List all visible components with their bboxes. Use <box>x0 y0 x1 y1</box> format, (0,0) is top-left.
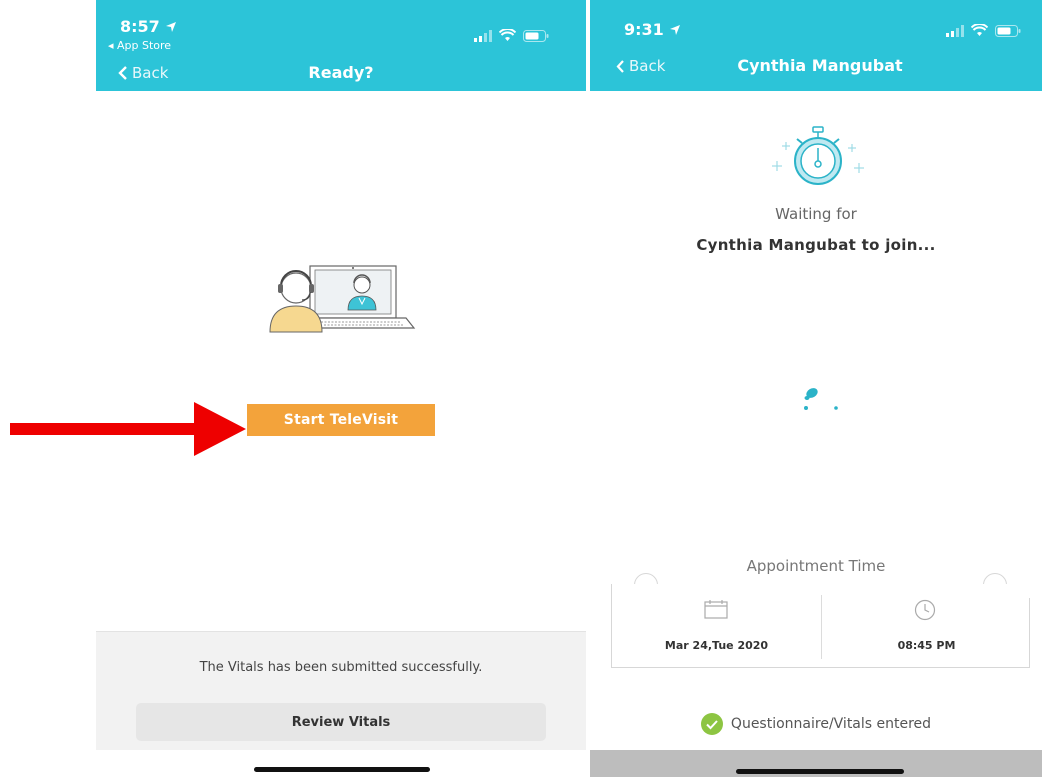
patient-doctor-televisit-illustration <box>269 265 416 333</box>
status-icons <box>474 29 549 42</box>
waiting-for-name: Cynthia Mangubat to join... <box>696 236 936 254</box>
chevron-left-icon <box>118 66 127 80</box>
questionnaire-status-row: Questionnaire/Vitals entered <box>590 713 1042 735</box>
status-icons <box>946 24 1021 37</box>
location-arrow-icon <box>670 25 681 35</box>
red-arrow-annotation <box>10 402 246 456</box>
battery-icon <box>995 24 1021 37</box>
vitals-success-message: The Vitals has been submitted successful… <box>199 660 483 675</box>
cellular-signal-icon <box>946 24 964 37</box>
back-button[interactable]: Back <box>118 64 168 82</box>
vitals-footer-panel: The Vitals has been submitted successful… <box>96 631 586 750</box>
appointment-time: 08:45 PM <box>897 639 956 652</box>
right-phone-screen: 9:31 Back Cynthia Mangubat Waiting for C… <box>590 0 1042 777</box>
start-televisit-button[interactable]: Start TeleVisit <box>247 404 435 436</box>
check-circle-icon <box>700 713 723 735</box>
home-indicator <box>254 767 430 772</box>
loading-spinner-icon <box>804 388 838 410</box>
appointment-time-label: Appointment Time <box>746 557 886 575</box>
location-arrow-icon <box>166 22 177 32</box>
wifi-icon <box>971 24 988 36</box>
home-indicator <box>736 769 904 774</box>
stopwatch-icon <box>772 126 864 185</box>
clock-icon <box>914 599 936 621</box>
review-vitals-button[interactable]: Review Vitals <box>136 703 546 741</box>
chevron-left-icon <box>616 59 624 73</box>
left-top-bar: 8:57 ◂ App Store Back Ready? <box>96 0 586 91</box>
appointment-date: Mar 24,Tue 2020 <box>664 639 769 652</box>
battery-icon <box>523 29 549 42</box>
status-time: 8:57 <box>120 17 177 36</box>
wifi-icon <box>499 29 516 41</box>
calendar-icon <box>704 600 728 619</box>
left-phone-screen: 8:57 ◂ App Store Back Ready? Start TeleV… <box>96 0 586 777</box>
questionnaire-status-text: Questionnaire/Vitals entered <box>730 716 932 732</box>
appointment-card: Mar 24,Tue 2020 08:45 PM <box>611 573 1031 668</box>
waiting-for-label: Waiting for <box>775 205 857 223</box>
back-to-app-store[interactable]: ◂ App Store <box>108 39 171 52</box>
back-button[interactable]: Back <box>616 57 665 75</box>
status-time: 9:31 <box>624 20 681 39</box>
page-title: Cynthia Mangubat <box>737 56 903 75</box>
right-top-bar: 9:31 Back Cynthia Mangubat <box>590 0 1042 91</box>
page-title: Ready? <box>308 63 374 82</box>
cellular-signal-icon <box>474 29 492 42</box>
